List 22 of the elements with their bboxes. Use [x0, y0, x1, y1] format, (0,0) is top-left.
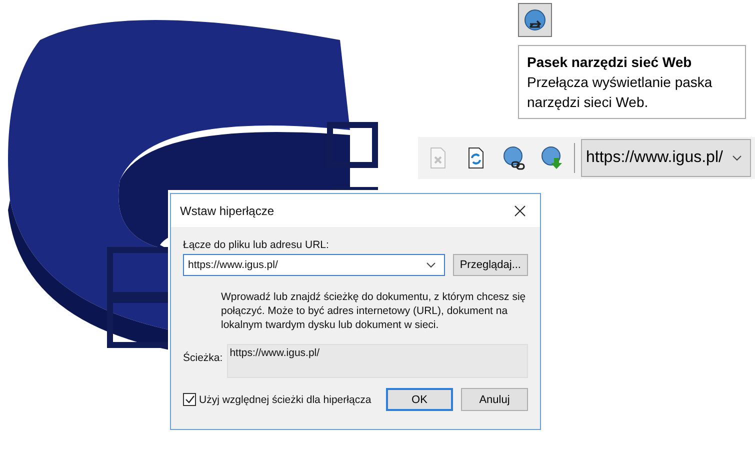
globe-arrows-icon [523, 8, 547, 32]
url-combo-field[interactable]: https://www.igus.pl/ [183, 254, 445, 276]
dialog-button[interactable]: OK [386, 388, 453, 411]
path-field: https://www.igus.pl/ [226, 344, 528, 378]
globe-link-icon [502, 146, 526, 170]
checkbox-label: Użyj względnej ścieżki dla hiperłącza [199, 394, 372, 406]
globe-arrow-icon [540, 146, 564, 170]
relative-path-checkbox[interactable]: Użyj względnej ścieżki dla hiperłącza [183, 393, 378, 406]
tooltip-title: Pasek narzędzi sieć Web [527, 53, 693, 72]
url-dropdown[interactable]: https://www.igus.pl/ [581, 139, 751, 177]
checkbox[interactable] [183, 393, 196, 406]
globe-toolbar-button[interactable] [518, 3, 552, 37]
help-text: Wprowadź lub znajdź ścieżkę do dokumentu, z którym chcesz się połączyć. Może to być adres internetowy (URL), dokument na lokalnym twardym dysku lub dokument w sieci. [221, 290, 527, 332]
close-icon[interactable] [514, 204, 526, 216]
chevron-down-icon [732, 155, 742, 161]
tooltip-description: Przełącza wyświetlanie paska narzędzi sieci Web. [527, 73, 714, 112]
path-label: Ścieżka: [183, 352, 223, 366]
dialog-title: Wstaw hiperłącze [180, 204, 274, 218]
url-label: Łącze do pliku lub adresu URL: [183, 239, 330, 251]
chevron-down-icon [426, 262, 436, 268]
browse-button[interactable]: Przeglądaj... [452, 254, 528, 276]
dialog-button[interactable]: Anuluj [461, 388, 528, 411]
